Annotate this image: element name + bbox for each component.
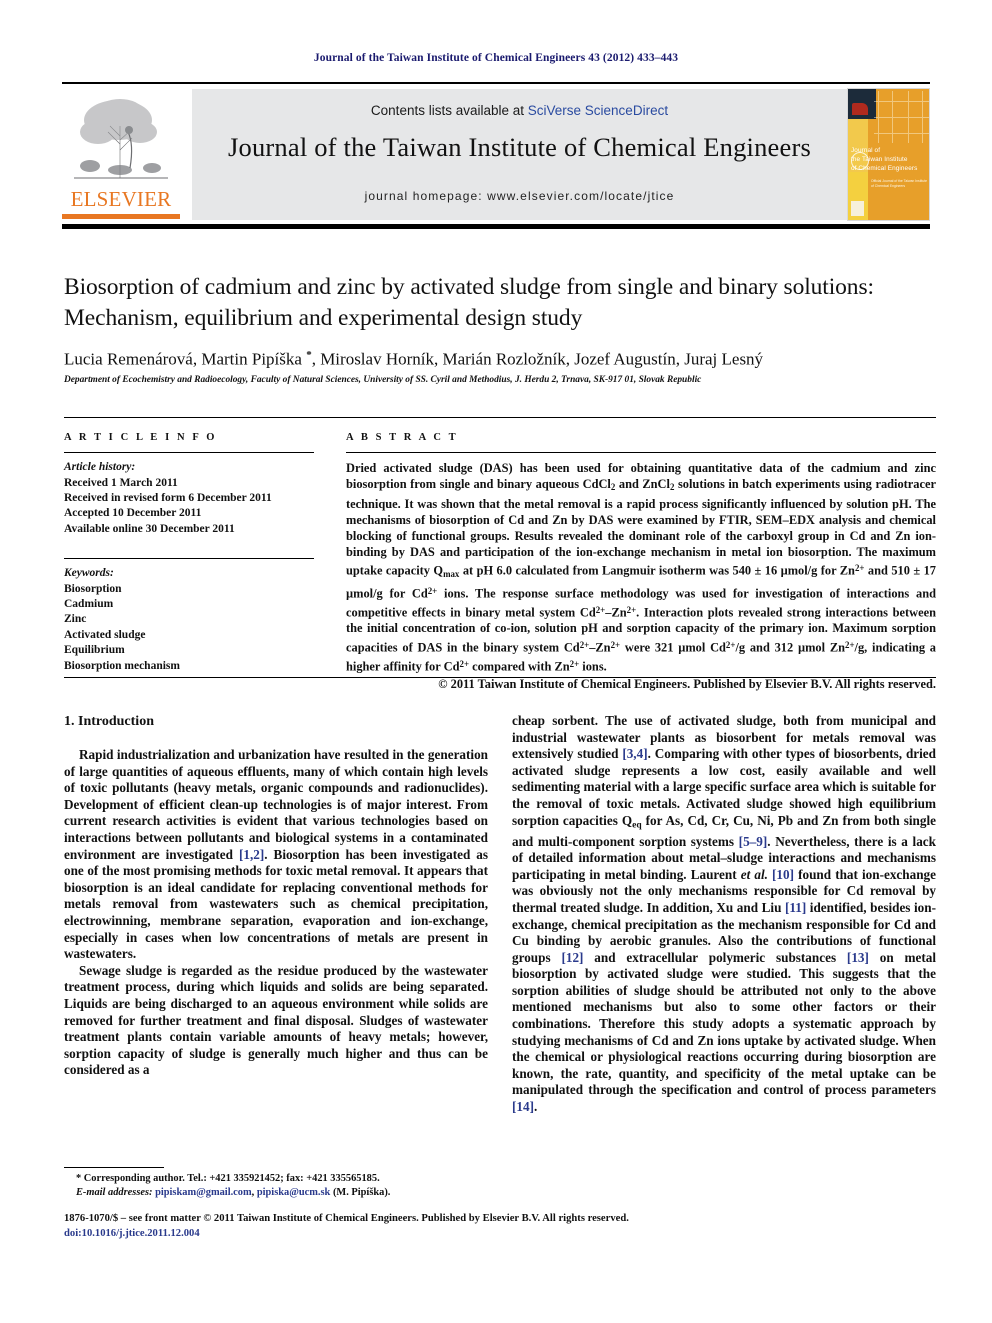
journal-homepage-link[interactable]: journal homepage: www.elsevier.com/locat… — [192, 189, 847, 203]
journal-title: Journal of the Taiwan Institute of Chemi… — [227, 132, 811, 162]
body-column-right: cheap sorbent. The use of activated slud… — [512, 713, 936, 1116]
abstract-divider — [346, 452, 936, 453]
journal-article-page: Journal of the Taiwan Institute of Chemi… — [0, 0, 992, 1323]
author-list: Lucia Remenárová, Martin Pipíška *, Miro… — [64, 349, 764, 369]
article-history-label: Article history: — [64, 461, 136, 473]
history-revised: Received in revised form 6 December 2011 — [64, 491, 272, 504]
corresponding-author-note: * Corresponding author. Tel.: +421 33592… — [76, 1173, 380, 1184]
keyword-item: Zinc — [64, 613, 87, 626]
citation-ref[interactable]: [1,2] — [239, 847, 264, 862]
keyword-item: Activated sludge — [64, 628, 146, 641]
email-note: E-mail addresses: pipiskam@gmail.com, pi… — [76, 1187, 391, 1198]
intro-paragraph-2: Sewage sludge is regarded as the residue… — [64, 962, 488, 1078]
elsevier-underline — [62, 214, 180, 219]
citation-ref[interactable]: [12] — [561, 950, 583, 965]
history-received: Received 1 March 2011 — [64, 476, 178, 489]
intro-paragraph-1: Rapid industrialization and urbanization… — [64, 747, 489, 962]
cover-subtitle: Official Journal of the Taiwan Institute… — [871, 179, 928, 188]
footnote-block: * Corresponding author. Tel.: +421 33592… — [64, 1172, 494, 1200]
intro-paragraph-3: cheap sorbent. The use of activated slud… — [512, 713, 937, 1115]
citation-ref[interactable]: [10] — [772, 867, 794, 882]
imprint-line: 1876-1070/$ – see front matter © 2011 Ta… — [64, 1213, 629, 1224]
author-affiliation: Department of Ecochemistry and Radioecol… — [64, 375, 702, 385]
corresponding-author-marker: * — [306, 349, 312, 361]
email-owner: (M. Pipíška). — [332, 1187, 391, 1198]
email-link-2[interactable]: pipiska@ucm.sk — [257, 1187, 330, 1198]
citation-ref[interactable]: [3,4] — [622, 746, 647, 761]
contents-prefix: Contents lists available at — [370, 103, 528, 118]
info-block-top-rule — [64, 417, 936, 418]
history-accepted: Accepted 10 December 2011 — [64, 507, 202, 520]
history-online: Available online 30 December 2011 — [64, 522, 235, 535]
body-column-left: 1. Introduction Rapid industrialization … — [64, 713, 488, 1079]
citation-ref[interactable]: [14] — [512, 1099, 534, 1114]
running-head: Journal of the Taiwan Institute of Chemi… — [313, 52, 679, 64]
abstract-text: Dried activated sludge (DAS) has been us… — [346, 461, 937, 674]
citation-ref[interactable]: [5–9] — [739, 834, 768, 849]
elsevier-tree-icon — [68, 92, 174, 186]
keyword-item: Cadmium — [64, 598, 114, 611]
keyword-item: Biosorption — [64, 582, 122, 595]
doi-link[interactable]: doi:10.1016/j.jtice.2011.12.004 — [64, 1227, 936, 1242]
footnote-rule — [64, 1167, 164, 1168]
section-heading-introduction: 1. Introduction — [64, 714, 154, 729]
cover-elsevier-icon — [851, 201, 864, 216]
masthead-panel: Contents lists available at SciVerse Sci… — [192, 89, 847, 220]
email-label: E-mail addresses: — [76, 1187, 153, 1198]
keywords-block: Keywords: Biosorption Cadmium Zinc Activ… — [64, 558, 314, 674]
email-link-1[interactable]: pipiskam@gmail.com — [155, 1187, 252, 1198]
journal-cover-thumbnail[interactable]: Journal of the Taiwan Institute of Chemi… — [847, 88, 930, 221]
masthead-bottom-rule — [62, 224, 930, 229]
info-block-bottom-rule — [64, 677, 936, 678]
keywords-label: Keywords: — [64, 567, 114, 580]
cover-emblem-icon — [851, 152, 869, 170]
page-title: Biosorption of cadmium and zinc by activ… — [64, 274, 874, 331]
keyword-item: Equilibrium — [64, 644, 125, 657]
elsevier-logo: ELSEVIER — [62, 88, 180, 221]
article-info-heading: A R T I C L E I N F O — [64, 432, 218, 443]
article-info-divider — [64, 452, 314, 453]
imprint-block: 1876-1070/$ – see front matter © 2011 Ta… — [64, 1212, 936, 1241]
abstract-heading: A B S T R A C T — [346, 432, 459, 443]
citation-ref[interactable]: [13] — [847, 950, 869, 965]
masthead-top-rule — [62, 82, 930, 84]
citation-ref[interactable]: [11] — [785, 900, 806, 915]
cover-photo-icon — [848, 89, 876, 119]
contents-available-line: Contents lists available at SciVerse Sci… — [192, 103, 847, 118]
elsevier-wordmark: ELSEVIER — [70, 187, 172, 211]
cover-grid-graphic — [874, 91, 929, 143]
sciencedirect-link[interactable]: SciVerse ScienceDirect — [528, 103, 668, 118]
keywords-divider — [64, 558, 314, 560]
article-info-column: A R T I C L E I N F O Article history: R… — [64, 432, 314, 674]
journal-masthead: ELSEVIER Contents lists available at Sci… — [62, 82, 930, 229]
keyword-item: Biosorption mechanism — [64, 659, 180, 672]
abstract-column: A B S T R A C T Dried activated sludge (… — [346, 432, 936, 692]
